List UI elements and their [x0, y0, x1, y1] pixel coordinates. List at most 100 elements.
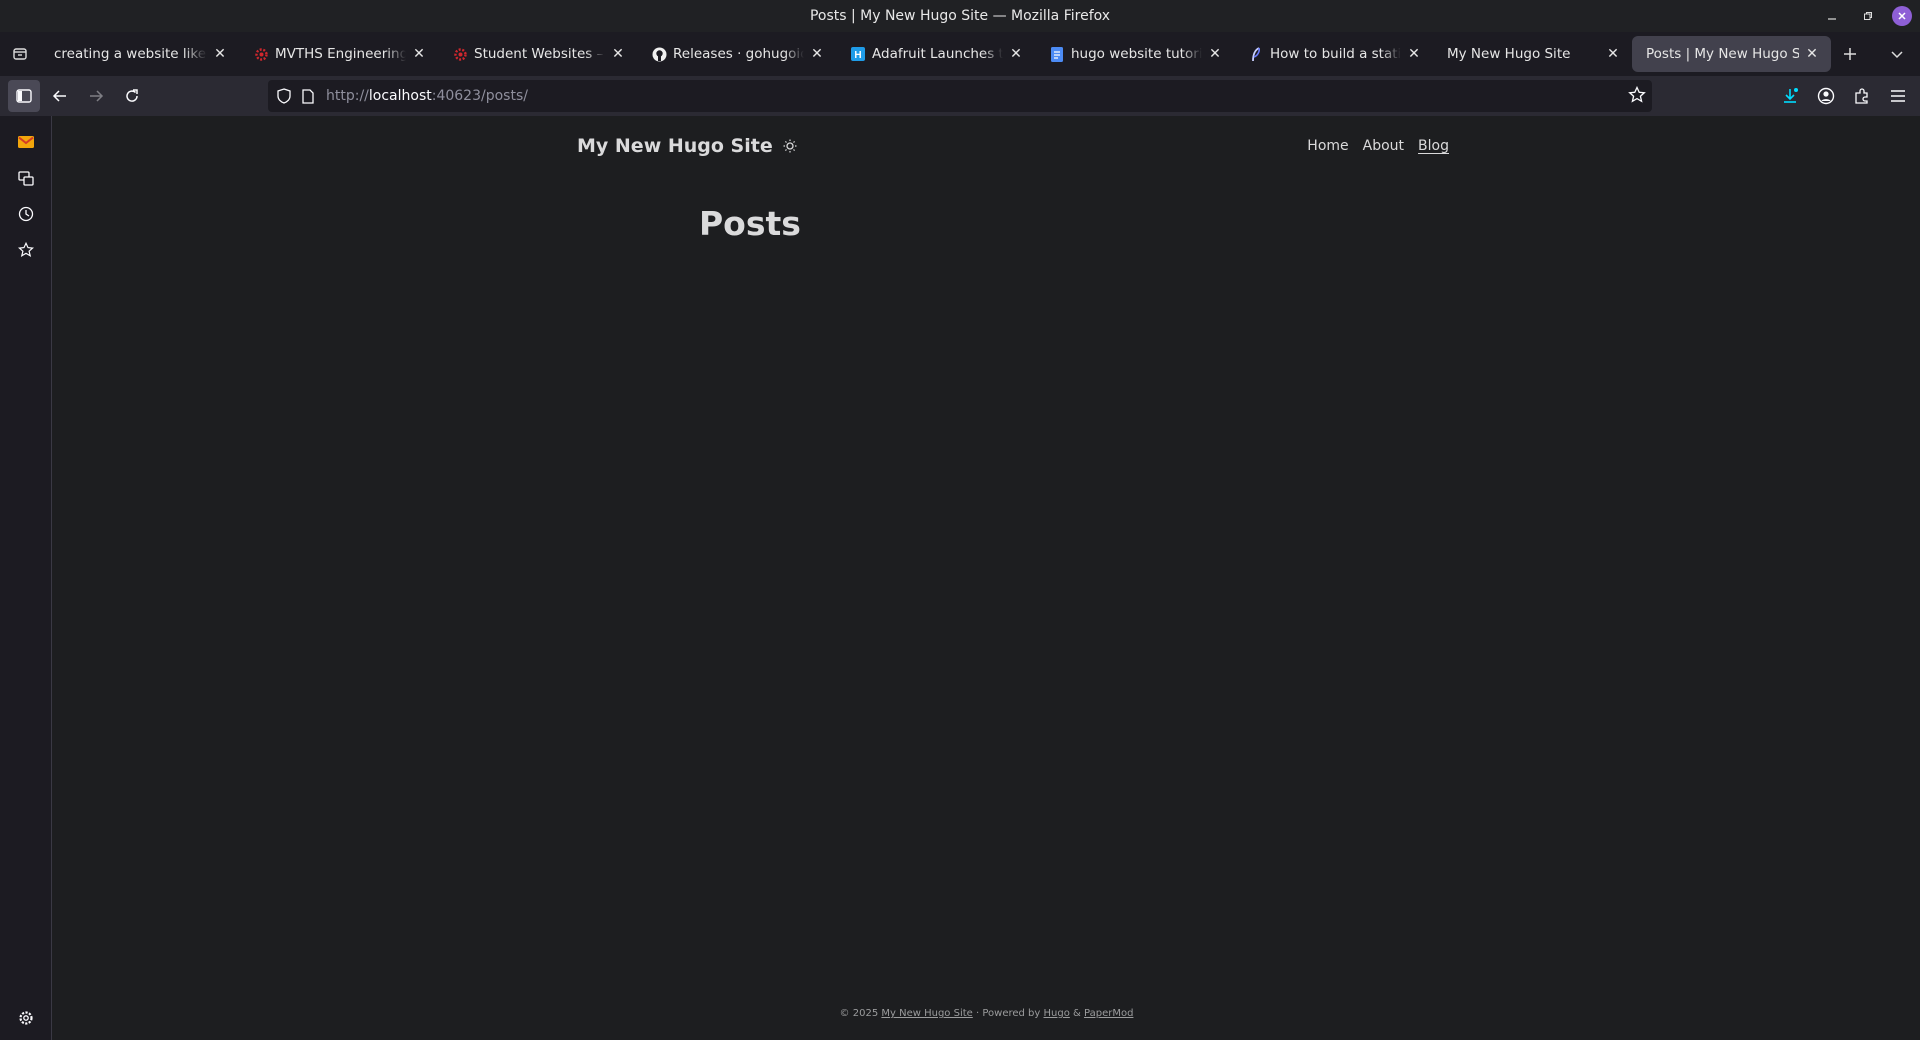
sidebar-synced-tabs-button[interactable] — [0, 160, 52, 196]
sidebar-settings-button[interactable] — [0, 1000, 52, 1036]
tab-label: Adafruit Launches the K — [872, 46, 1003, 62]
tab-label: Posts | My New Hugo Site — [1646, 46, 1799, 62]
close-tab-button[interactable]: ✕ — [1604, 45, 1622, 63]
tab-0[interactable]: creating a website like this ✕ — [40, 36, 239, 72]
minimize-button[interactable] — [1820, 4, 1844, 28]
close-tab-button[interactable]: ✕ — [808, 45, 826, 63]
tab-label: Student Websites – MV — [474, 46, 605, 62]
menu-blog-link[interactable]: Blog — [1418, 138, 1449, 154]
feather-icon — [1248, 46, 1264, 62]
list-all-tabs-button[interactable] — [1878, 32, 1916, 76]
firefox-view-icon — [13, 48, 27, 60]
navigation-toolbar: http://localhost:40623/posts/ — [0, 76, 1920, 116]
svg-text:H: H — [854, 50, 861, 61]
menu-about-link[interactable]: About — [1363, 138, 1404, 154]
sidebar-history-button[interactable] — [0, 196, 52, 232]
shield-icon[interactable] — [276, 88, 292, 104]
download-icon — [1784, 88, 1798, 103]
browser-sidebar — [0, 116, 52, 1040]
page-title: Posts — [699, 204, 801, 243]
site-header: My New Hugo Site Home About Blog — [577, 126, 1449, 166]
tab-label: Releases · gohugoio/hu — [673, 46, 804, 62]
synced-tabs-icon — [18, 171, 34, 186]
theme-toggle-button[interactable] — [781, 137, 799, 155]
footer-ampersand: & — [1073, 1008, 1081, 1019]
site-menu: Home About Blog — [1307, 138, 1449, 154]
back-button[interactable] — [44, 80, 76, 112]
sidebar-toggle-button[interactable] — [8, 80, 40, 112]
site-footer: © 2025 My New Hugo Site · Powered by Hug… — [53, 1008, 1920, 1019]
account-button[interactable] — [1810, 80, 1842, 112]
star-icon — [1628, 85, 1646, 103]
close-icon — [1898, 12, 1906, 20]
tab-5[interactable]: hugo website tutorial th ✕ — [1035, 36, 1234, 72]
tab-2[interactable]: Student Websites – MV ✕ — [438, 36, 637, 72]
reload-icon — [126, 89, 138, 102]
url-scheme: http:// — [326, 88, 369, 104]
page-icon[interactable] — [300, 88, 316, 104]
restore-button[interactable] — [1856, 4, 1880, 28]
sun-icon — [783, 139, 797, 153]
new-tab-button[interactable] — [1831, 32, 1869, 76]
firefox-view-button[interactable] — [0, 32, 40, 76]
downloads-button[interactable] — [1774, 80, 1806, 112]
footer-hugo-link[interactable]: Hugo — [1044, 1008, 1070, 1019]
toolbar-right — [1774, 80, 1914, 112]
puzzle-icon — [1855, 88, 1868, 104]
menu-home-link[interactable]: Home — [1307, 138, 1348, 154]
close-tab-button[interactable]: ✕ — [211, 45, 229, 63]
forward-button[interactable] — [80, 80, 112, 112]
reload-button[interactable] — [116, 80, 148, 112]
footer-copyright: © 2025 — [839, 1008, 879, 1019]
account-icon — [1817, 87, 1835, 105]
close-tab-button[interactable]: ✕ — [1206, 45, 1224, 63]
close-window-button[interactable] — [1892, 6, 1912, 26]
close-tab-button[interactable]: ✕ — [1007, 45, 1025, 63]
star-icon — [18, 242, 34, 258]
gmail-icon — [18, 136, 34, 148]
gear-red-icon — [452, 46, 468, 62]
tab-1[interactable]: MVTHS Engineering – M ✕ — [239, 36, 438, 72]
close-tab-button[interactable]: ✕ — [609, 45, 627, 63]
url-bar[interactable]: http://localhost:40623/posts/ — [268, 80, 1652, 112]
github-icon — [651, 46, 667, 62]
window-title: Posts | My New Hugo Site — Mozilla Firef… — [809, 8, 1111, 24]
url-path: :40623/posts/ — [431, 88, 528, 104]
hackster-icon: H — [850, 46, 866, 62]
gear-icon — [19, 1011, 33, 1025]
plus-icon — [1844, 48, 1856, 60]
tab-label: creating a website like this — [54, 46, 207, 62]
window-controls — [1820, 0, 1912, 32]
tab-8[interactable]: Posts | My New Hugo Site ✕ — [1632, 36, 1831, 72]
sidebar-bookmarks-button[interactable] — [0, 232, 52, 268]
url-text[interactable]: http://localhost:40623/posts/ — [326, 88, 528, 104]
sidebar-gmail-button[interactable] — [0, 124, 52, 160]
hamburger-icon — [1891, 90, 1905, 102]
restore-icon — [1864, 12, 1872, 20]
app-menu-button[interactable] — [1882, 80, 1914, 112]
arrow-right-icon — [90, 90, 104, 102]
tab-strip: creating a website like this ✕ MVTHS Eng… — [0, 32, 1920, 76]
tab-list: creating a website like this ✕ MVTHS Eng… — [40, 32, 1831, 76]
close-tab-button[interactable]: ✕ — [1405, 45, 1423, 63]
tab-3[interactable]: Releases · gohugoio/hu ✕ — [637, 36, 836, 72]
tab-7[interactable]: My New Hugo Site ✕ — [1433, 36, 1632, 72]
close-tab-button[interactable]: ✕ — [410, 45, 428, 63]
close-tab-button[interactable]: ✕ — [1803, 45, 1821, 63]
footer-papermod-link[interactable]: PaperMod — [1084, 1008, 1133, 1019]
bookmark-star-button[interactable] — [1628, 85, 1646, 108]
tab-label: hugo website tutorial th — [1071, 46, 1202, 62]
chevron-down-icon — [1891, 51, 1903, 59]
tab-label: My New Hugo Site — [1447, 46, 1571, 62]
tab-6[interactable]: How to build a static sit ✕ — [1234, 36, 1433, 72]
url-host: localhost — [368, 88, 432, 104]
footer-site-link[interactable]: My New Hugo Site — [881, 1008, 972, 1019]
site-logo-link[interactable]: My New Hugo Site — [577, 135, 773, 157]
gear-red-icon — [253, 46, 269, 62]
history-icon — [18, 206, 34, 222]
page-content: My New Hugo Site Home About Blog Posts ©… — [53, 116, 1920, 1040]
tab-4[interactable]: H Adafruit Launches the K ✕ — [836, 36, 1035, 72]
tab-label: How to build a static sit — [1270, 46, 1401, 62]
extensions-button[interactable] — [1846, 80, 1878, 112]
logo-switches: My New Hugo Site — [577, 135, 799, 157]
